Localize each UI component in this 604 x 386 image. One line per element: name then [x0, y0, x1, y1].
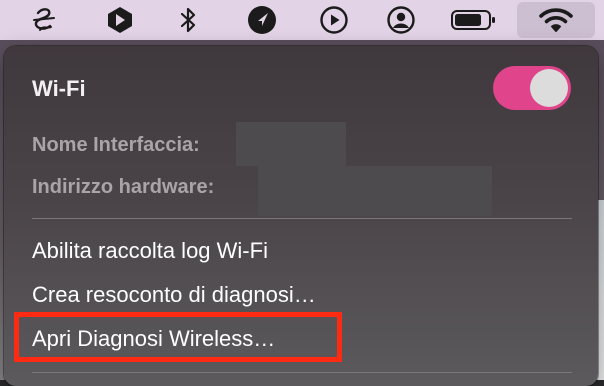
wifi-icon[interactable] [517, 2, 595, 38]
separator [32, 372, 572, 373]
user-circle-icon[interactable] [383, 0, 419, 40]
bluetooth-icon[interactable] [172, 0, 204, 40]
scribble-app-icon[interactable] [26, 0, 62, 40]
battery-icon[interactable] [448, 0, 500, 40]
separator [32, 218, 572, 219]
location-arrow-icon[interactable] [244, 0, 280, 40]
wifi-dropdown-panel: Wi-Fi Nome Interfaccia: Indirizzo hardwa… [4, 46, 598, 386]
enable-wifi-logging-item[interactable]: Abilita raccolta log Wi-Fi [32, 238, 268, 264]
redacted-hardware-value [258, 166, 492, 216]
wifi-toggle[interactable] [493, 66, 571, 110]
redacted-interface-value [236, 122, 346, 166]
toggle-knob [530, 69, 568, 107]
play-circle-icon[interactable] [316, 0, 352, 40]
create-diagnostics-report-item[interactable]: Crea resoconto di diagnosi… [32, 282, 316, 308]
panel-title: Wi-Fi [32, 76, 86, 101]
menu-bar [0, 0, 604, 40]
arrow-app-icon[interactable] [102, 0, 138, 40]
hardware-address-label: Indirizzo hardware: [32, 176, 215, 198]
interface-name-label: Nome Interfaccia: [32, 134, 200, 156]
highlight-annotation-box [14, 312, 342, 362]
